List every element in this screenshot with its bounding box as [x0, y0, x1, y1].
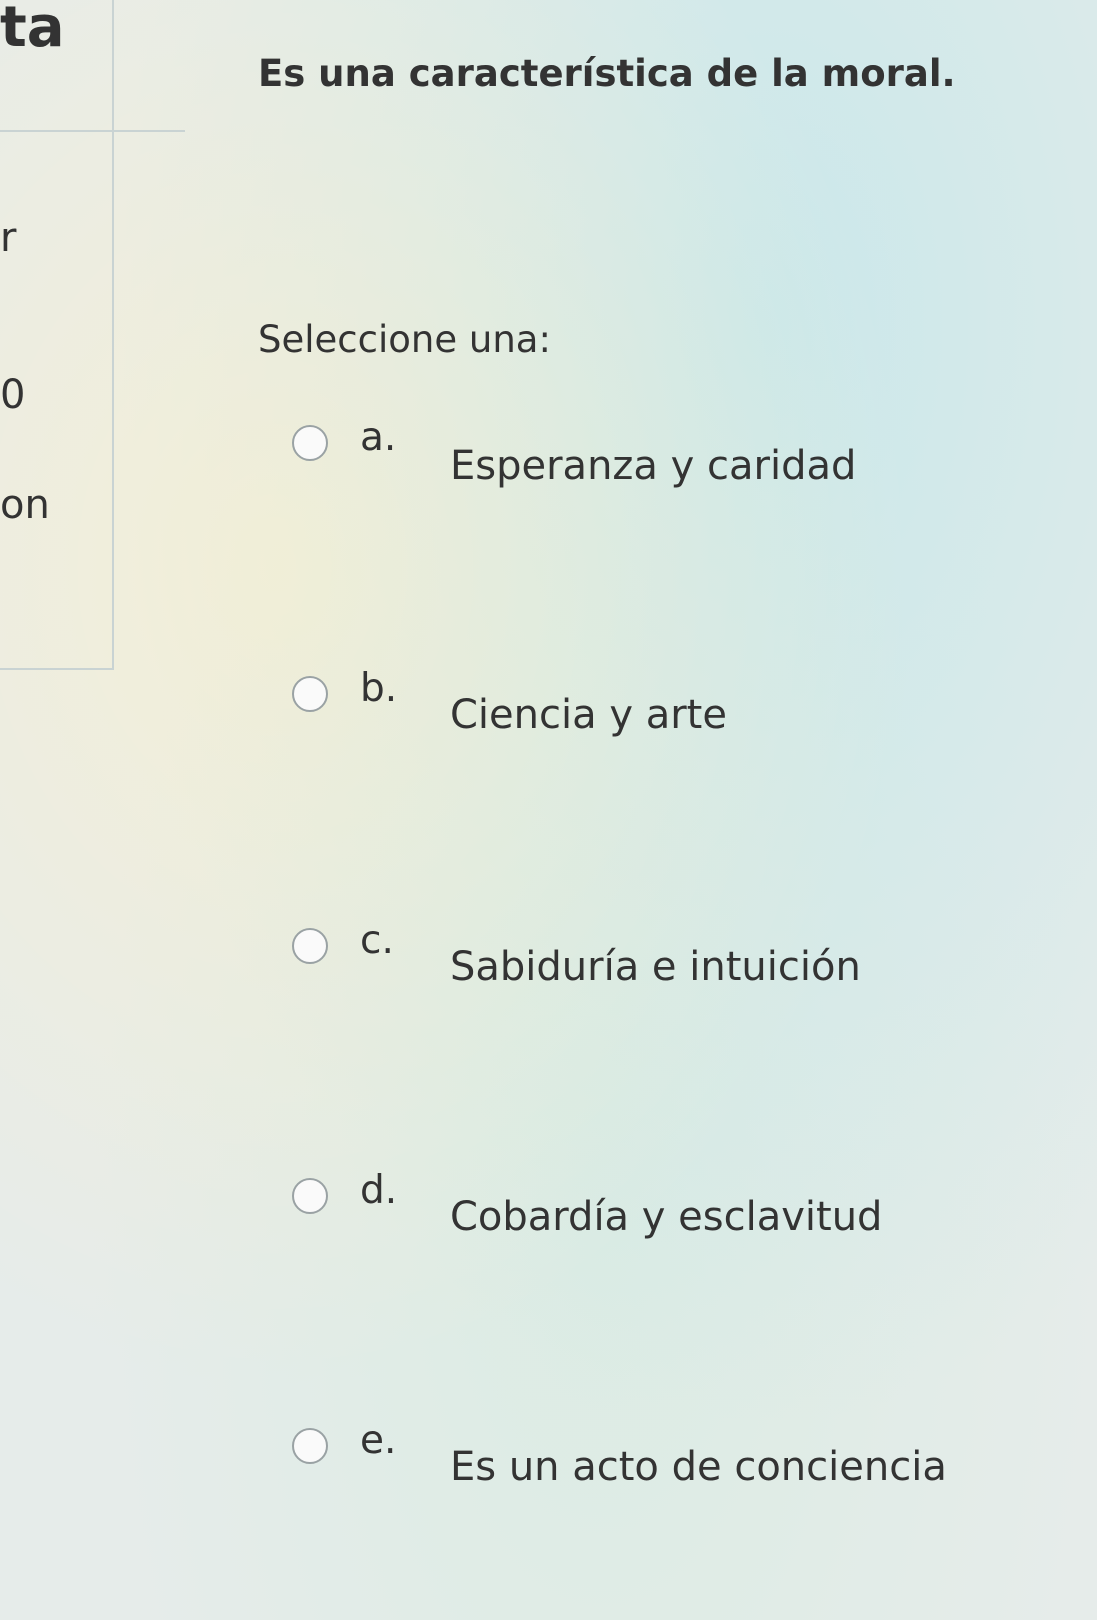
option-letter-a: a. [360, 415, 397, 460]
panel-text-fragment-1: r [0, 215, 17, 261]
option-a[interactable]: a. Esperanza y caridad [0, 405, 1097, 505]
option-label-c[interactable]: Sabiduría e intuición [450, 944, 861, 990]
panel-divider [0, 130, 185, 132]
option-label-d[interactable]: Cobardía y esclavitud [450, 1194, 882, 1240]
option-letter-c: c. [360, 918, 394, 963]
option-b[interactable]: b. Ciencia y arte [0, 658, 1097, 758]
option-letter-e: e. [360, 1418, 397, 1463]
option-d[interactable]: d. Cobardía y esclavitud [0, 1160, 1097, 1260]
option-label-b[interactable]: Ciencia y arte [450, 692, 727, 738]
radio-button-e[interactable] [292, 1428, 328, 1464]
option-e[interactable]: e. Es un acto de conciencia [0, 1410, 1097, 1510]
option-letter-d: d. [360, 1168, 398, 1213]
option-letter-b: b. [360, 666, 398, 711]
radio-button-d[interactable] [292, 1178, 328, 1214]
radio-button-a[interactable] [292, 425, 328, 461]
select-one-prompt: Seleccione una: [258, 318, 551, 361]
question-info-panel: ta r 0 on [0, 0, 185, 670]
option-c[interactable]: c. Sabiduría e intuición [0, 910, 1097, 1010]
option-label-e[interactable]: Es un acto de conciencia [450, 1444, 947, 1490]
question-text: Es una característica de la moral. [258, 52, 956, 95]
radio-button-c[interactable] [292, 928, 328, 964]
option-label-a[interactable]: Esperanza y caridad [450, 443, 856, 489]
radio-button-b[interactable] [292, 676, 328, 712]
panel-heading-fragment: ta [0, 0, 65, 60]
